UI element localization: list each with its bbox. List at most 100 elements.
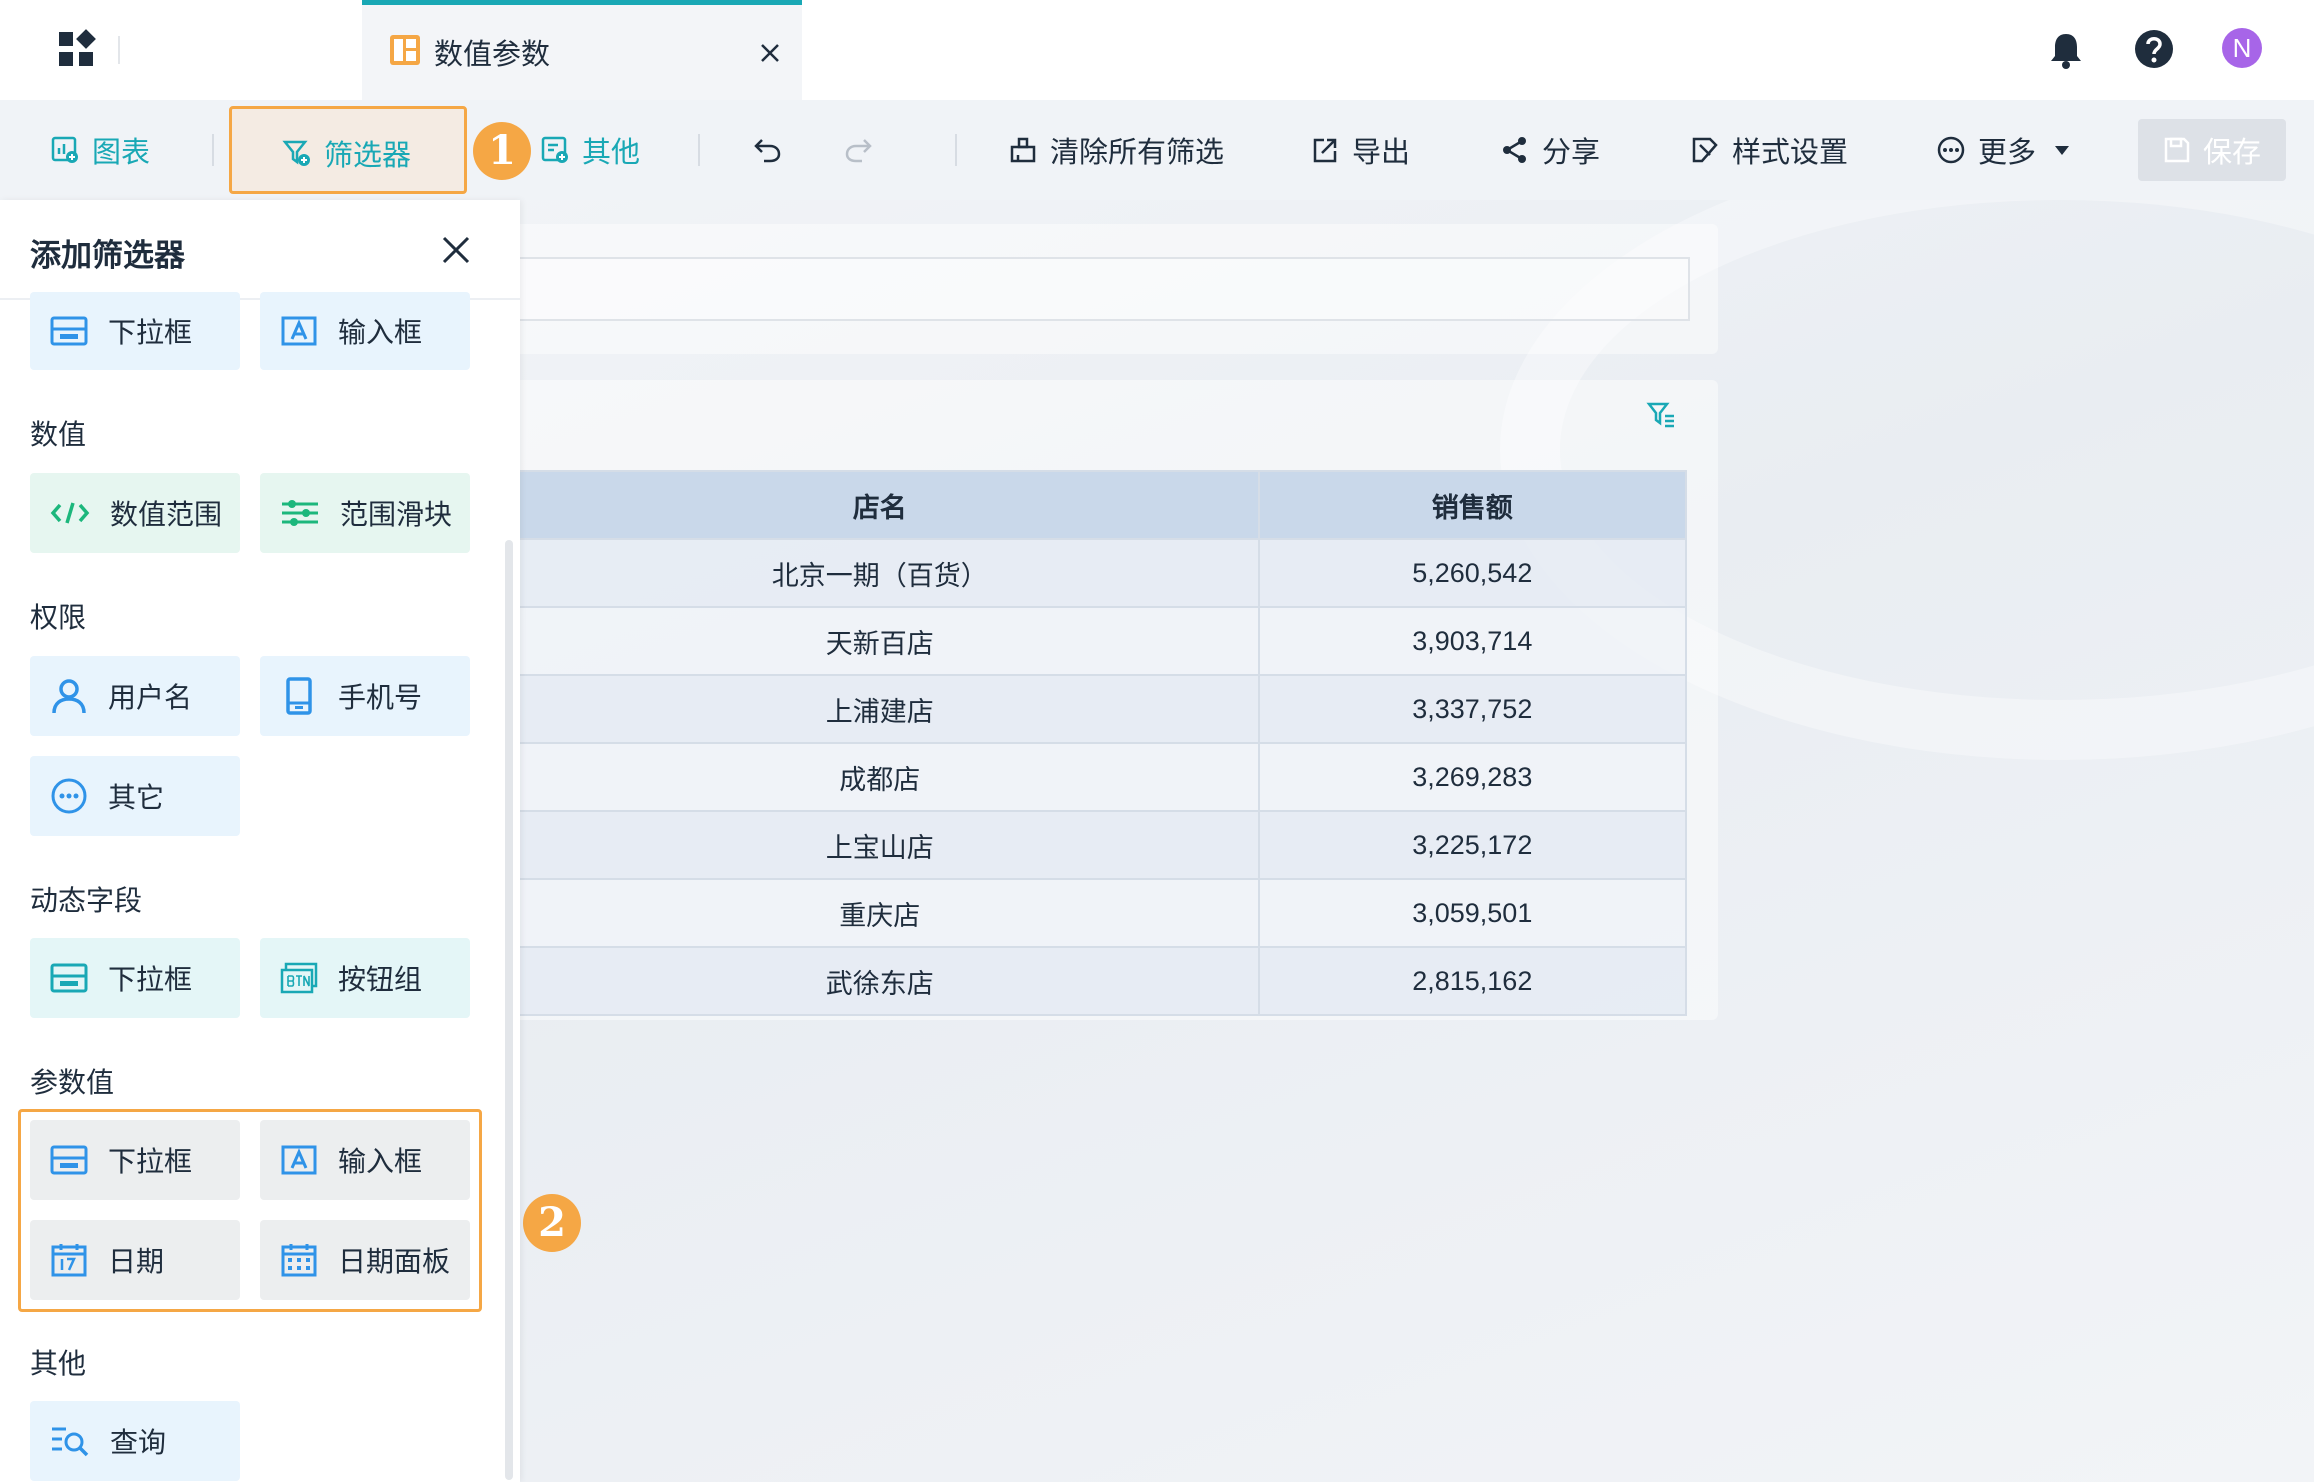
tab-dashboard[interactable]: 数值参数: [362, 0, 802, 100]
filter-item-label: 其它: [108, 781, 165, 814]
undo-button[interactable]: [752, 100, 796, 200]
notification-bell-icon[interactable]: [2048, 30, 2084, 70]
style-settings-button[interactable]: 样式设置: [1690, 100, 1848, 200]
table-row: 北京一期（百货） 5,260,542: [500, 538, 1688, 608]
filter-item-label: 下拉框: [108, 963, 193, 996]
phone-icon: [286, 677, 312, 715]
filter-item-param-date-panel[interactable]: 日期面板: [260, 1220, 470, 1300]
store-name-cell: 重庆店: [500, 878, 1260, 948]
export-label: 导出: [1352, 135, 1411, 169]
store-name-cell: 上宝山店: [500, 810, 1260, 880]
code-range-icon: [50, 502, 90, 524]
filter-item-dynamic-dropdown[interactable]: 下拉框: [30, 938, 240, 1018]
filter-item-label: 下拉框: [108, 1145, 193, 1178]
filter-item-label: 手机号: [338, 681, 423, 714]
dropdown-icon: [50, 963, 88, 993]
style-brush-icon: [1692, 137, 1718, 163]
column-header-store[interactable]: 店名: [500, 470, 1260, 540]
redo-icon: [845, 139, 872, 163]
query-search-icon: [52, 1427, 89, 1457]
close-panel-icon[interactable]: [440, 234, 472, 266]
step-badge-2: 2: [523, 1194, 581, 1252]
add-chart-icon: [51, 136, 78, 163]
filter-item-label: 输入框: [338, 316, 423, 349]
avatar[interactable]: N: [2222, 28, 2262, 68]
save-button[interactable]: 保存: [2138, 119, 2286, 181]
filter-item-label: 日期面板: [338, 1245, 451, 1278]
calendar-icon: [51, 1244, 87, 1277]
share-button[interactable]: 分享: [1500, 100, 1600, 200]
table-filter-icon[interactable]: [1646, 400, 1676, 430]
sales-cell: 5,260,542: [1257, 538, 1688, 608]
panel-header: 添加筛选器: [0, 200, 520, 300]
filter-input-area[interactable]: [500, 257, 1690, 321]
top-bar: 数值参数 N: [0, 0, 2314, 100]
more-button[interactable]: 更多: [1936, 100, 2084, 200]
filter-item-username[interactable]: 用户名: [30, 656, 240, 736]
export-button[interactable]: 导出: [1310, 100, 1410, 200]
divider: [212, 134, 214, 166]
filter-item-number-range[interactable]: 数值范围: [30, 473, 240, 553]
add-filter-icon: [282, 140, 310, 166]
sales-cell: 3,337,752: [1257, 674, 1688, 744]
divider: [698, 134, 700, 166]
apps-grid-icon[interactable]: [55, 28, 99, 72]
sales-cell: 3,059,501: [1257, 878, 1688, 948]
filter-item-input[interactable]: 输入框: [260, 292, 470, 370]
filter-item-button-group[interactable]: 按钮组: [260, 938, 470, 1018]
table-row: 上宝山店 3,225,172: [500, 810, 1688, 880]
filter-item-label: 按钮组: [338, 963, 423, 996]
filter-item-param-date[interactable]: 日期: [30, 1220, 240, 1300]
undo-icon: [754, 139, 781, 163]
filter-button[interactable]: 筛选器: [229, 106, 467, 194]
user-icon: [52, 679, 86, 714]
column-header-sales[interactable]: 销售额: [1257, 470, 1688, 540]
save-label: 保存: [2202, 135, 2261, 169]
close-tab-icon[interactable]: [758, 41, 782, 65]
filter-card: [500, 224, 1718, 354]
other-button-label: 其他: [582, 135, 641, 169]
filter-item-label: 用户名: [108, 681, 193, 714]
sales-cell: 3,225,172: [1257, 810, 1688, 880]
save-icon: [2164, 137, 2190, 163]
other-button[interactable]: 其他: [540, 100, 640, 200]
slider-icon: [282, 500, 318, 526]
table-header-row: 店名 销售额: [500, 470, 1688, 540]
filter-item-query[interactable]: 查询: [30, 1401, 240, 1481]
sales-cell: 3,903,714: [1257, 606, 1688, 676]
ellipsis-circle-icon: [51, 778, 87, 814]
chart-button-label: 图表: [92, 135, 151, 169]
caret-down-icon: [2055, 146, 2070, 155]
filter-item-param-input[interactable]: 输入框: [260, 1120, 470, 1200]
filter-button-label: 筛选器: [324, 138, 412, 172]
section-label-other: 其他: [30, 1347, 87, 1380]
store-name-cell: 武徐东店: [500, 946, 1260, 1016]
chart-button[interactable]: 图表: [50, 100, 150, 200]
section-label-numeric: 数值: [30, 418, 87, 451]
add-other-icon: [541, 136, 568, 163]
table-row: 上浦建店 3,337,752: [500, 674, 1688, 744]
table-row: 重庆店 3,059,501: [500, 878, 1688, 948]
dashboard-icon: [390, 35, 420, 65]
filter-item-dropdown[interactable]: 下拉框: [30, 292, 240, 370]
help-icon[interactable]: [2134, 29, 2174, 69]
store-name-cell: 北京一期（百货）: [500, 538, 1260, 608]
panel-scrollbar[interactable]: [505, 540, 513, 1480]
panel-title: 添加筛选器: [30, 238, 185, 274]
style-settings-label: 样式设置: [1732, 135, 1849, 169]
filter-item-label: 输入框: [338, 1145, 423, 1178]
more-icon: [1937, 136, 1965, 164]
dropdown-icon: [50, 1145, 88, 1175]
redo-button[interactable]: [842, 100, 886, 200]
filter-item-label: 日期: [108, 1245, 165, 1278]
eraser-icon: [1010, 137, 1036, 163]
more-label: 更多: [1978, 135, 2037, 169]
filter-item-label: 范围滑块: [340, 498, 453, 531]
filter-item-other-permission[interactable]: 其它: [30, 756, 240, 836]
dropdown-icon: [50, 316, 88, 346]
store-name-cell: 天新百店: [500, 606, 1260, 676]
filter-item-phone[interactable]: 手机号: [260, 656, 470, 736]
clear-filters-button[interactable]: 清除所有筛选: [1008, 100, 1224, 200]
filter-item-range-slider[interactable]: 范围滑块: [260, 473, 470, 553]
filter-item-param-dropdown[interactable]: 下拉框: [30, 1120, 240, 1200]
